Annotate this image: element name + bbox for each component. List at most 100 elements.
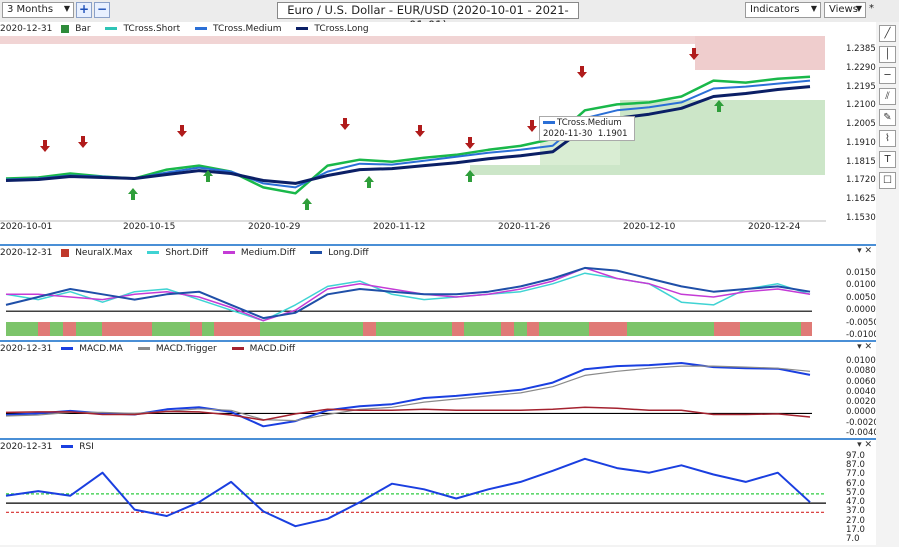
views-dropdown[interactable]: Views ▼	[824, 2, 866, 18]
neural-lines	[5, 266, 812, 322]
panel-controls[interactable]: ▾ ✕	[857, 246, 872, 256]
macd-axis-tick: -0.0020	[846, 417, 879, 428]
neural-chart	[5, 266, 812, 336]
sell-arrow	[527, 120, 537, 132]
macd-lines	[5, 362, 812, 428]
neuralx-bars	[6, 322, 812, 336]
price-chart	[0, 36, 826, 222]
sell-arrow	[340, 118, 350, 130]
tooltip-series: TCross.Medium	[557, 118, 622, 128]
neural-panel: 2020-12-31 NeuralX.Max Short.Diff Medium…	[0, 244, 879, 340]
legend-long-diff: Long.Diff	[310, 248, 374, 258]
neuralx-bar	[38, 322, 50, 336]
legend-date: 2020-12-31	[0, 24, 53, 34]
neuralx-bar	[6, 322, 38, 336]
channel-icon[interactable]: ⫽	[879, 88, 896, 105]
chart-title: Euro / U.S. Dollar - EUR/USD (2020-10-01…	[277, 2, 579, 32]
legend-macd-diff: MACD.Diff	[231, 344, 301, 354]
tooltip-value: 1.1901	[597, 129, 628, 139]
price-axis-tick: 1.1530	[846, 213, 876, 223]
timeframe-select[interactable]: 3 Months ▼	[2, 2, 74, 18]
neural-axis-tick: 0.0150	[846, 268, 876, 278]
indicators-label: Indicators	[750, 4, 800, 15]
legend-rsi: RSI	[61, 442, 100, 452]
neural-axis-tick: 0.0050	[846, 292, 876, 303]
toolbar: 3 Months ▼ + − Euro / U.S. Dollar - EUR/…	[0, 0, 899, 32]
note-icon[interactable]: ☐	[879, 172, 896, 189]
macd-legend: 2020-12-31 MACD.MA MACD.Trigger MACD.Dif…	[0, 342, 307, 356]
macd-axis-tick: 0.0040	[846, 386, 876, 397]
neuralx-bar	[740, 322, 801, 336]
resistance-band	[0, 36, 695, 44]
rsi-chart	[5, 457, 826, 528]
neuralx-bar	[452, 322, 464, 336]
rsi-lines	[5, 457, 826, 528]
macd-axis-tick: 0.0100	[846, 356, 876, 366]
rsi-panel: 2020-12-31 RSI ▾ ✕ 97.0 87.0 77.0 67.0 57.0 4…	[0, 438, 876, 545]
legend-date: 2020-12-31	[0, 248, 53, 258]
line-tool-icon[interactable]: ╱	[879, 25, 896, 42]
neuralx-bar	[76, 322, 102, 336]
neuralx-bar	[260, 322, 363, 336]
views-label: Views	[829, 4, 858, 15]
fib-icon[interactable]: ⌇	[879, 130, 896, 147]
crosshair-tooltip: TCross.Medium 2020-11-30 1.1901	[539, 116, 635, 141]
neural-axis-tick: -0.0050	[846, 317, 879, 328]
date-tick: 2020-11-26	[498, 222, 551, 232]
sell-arrow	[465, 137, 475, 149]
date-tick: 2020-12-24	[748, 222, 801, 232]
legend-short-diff: Short.Diff	[147, 248, 214, 258]
chevron-down-icon: ▼	[855, 4, 862, 13]
price-panel: 2020-12-31 Bar TCross.Short TCross.Mediu…	[0, 22, 876, 244]
legend-date: 2020-12-31	[0, 344, 53, 354]
neuralx-bar	[589, 322, 627, 336]
timeframe-label: 3 Months	[7, 4, 54, 15]
neuralx-bar	[214, 322, 260, 336]
neuralx-bar	[714, 322, 740, 336]
macd-chart	[5, 362, 812, 428]
zoom-out-button[interactable]: −	[94, 2, 110, 18]
horizontal-line-icon[interactable]: ─	[879, 67, 896, 84]
sell-arrow	[577, 66, 587, 78]
price-axis-tick: 1.2005	[846, 119, 876, 130]
price-axis-tick: 1.1720	[846, 175, 876, 186]
sell-arrow	[78, 136, 88, 148]
text-icon[interactable]: T	[879, 151, 896, 168]
panel-controls[interactable]: ▾ ✕	[857, 440, 872, 450]
neuralx-bar	[202, 322, 214, 336]
neuralx-bar	[464, 322, 501, 336]
legend-neuralx: NeuralX.Max	[61, 248, 138, 258]
buy-arrow	[128, 188, 138, 200]
price-axis-tick: 1.2100	[846, 100, 876, 111]
macd-axis-tick: -0.0040	[846, 428, 879, 438]
price-axis-tick: 1.2290	[846, 62, 876, 73]
vertical-line-icon[interactable]: │	[879, 46, 896, 63]
drawing-tools: ╱ │ ─ ⫽ ✎ ⌇ T ☐	[876, 22, 899, 545]
neural-axis-tick: -0.0100	[846, 330, 879, 340]
macd-panel: 2020-12-31 MACD.MA MACD.Trigger MACD.Dif…	[0, 340, 879, 438]
date-tick: 2020-10-01	[0, 222, 53, 232]
chevron-down-icon: ▼	[63, 4, 70, 13]
indicators-dropdown[interactable]: Indicators ▼	[745, 2, 821, 18]
date-tick: 2020-12-10	[623, 222, 676, 232]
neuralx-bar	[102, 322, 152, 336]
pen-icon[interactable]: ✎	[879, 109, 896, 126]
zoom-in-button[interactable]: +	[76, 2, 92, 18]
macd-axis-tick: 0.0060	[846, 376, 876, 387]
rsi-axis-tick: 7.0	[846, 534, 860, 544]
neuralx-bar	[527, 322, 539, 336]
chevron-down-icon: ▼	[810, 4, 817, 13]
date-tick: 2020-10-15	[123, 222, 176, 232]
series-macd-trigger	[5, 365, 811, 422]
tooltip-date: 2020-11-30	[543, 129, 593, 139]
neuralx-bar	[152, 322, 190, 336]
panel-controls[interactable]: ▾ ✕	[857, 342, 872, 352]
price-axis-tick: 1.1625	[846, 194, 876, 205]
series-long-diff	[5, 266, 811, 320]
neuralx-bar	[190, 322, 202, 336]
date-tick: 2020-11-12	[373, 222, 426, 232]
macd-axis-tick: 0.0080	[846, 366, 876, 377]
neural-legend: 2020-12-31 NeuralX.Max Short.Diff Medium…	[0, 246, 381, 260]
pin-icon[interactable]: *	[869, 3, 874, 14]
legend-macd-trigger: MACD.Trigger	[137, 344, 223, 354]
